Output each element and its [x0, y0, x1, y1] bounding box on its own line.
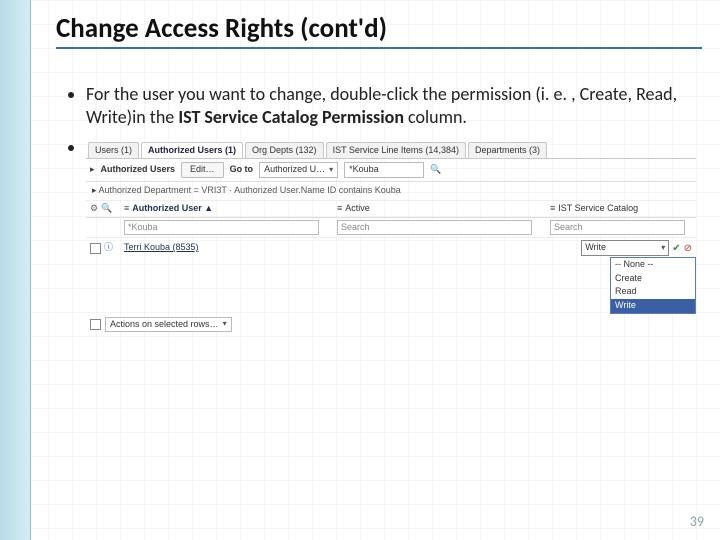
goto-field-value: Authorized U… — [264, 164, 325, 176]
collapse-icon[interactable]: ▸ — [90, 164, 95, 176]
authorized-user-link[interactable]: Terri Kouba (8535) — [124, 242, 199, 254]
menu-icon: ≡ — [337, 203, 342, 215]
bullet-list: For the user you want to change, double-… — [56, 83, 702, 335]
bullet-1-bold: IST Service Catalog Permission — [178, 106, 404, 128]
info-icon[interactable]: ⓘ — [104, 242, 113, 254]
filter-breadcrumb-text: Authorized Department = VRI3T · Authoriz… — [99, 185, 401, 195]
tab-ist-service-line-items[interactable]: IST Service Line Items (14,384) — [326, 142, 466, 159]
permission-option-create[interactable]: Create — [611, 272, 695, 286]
cancel-icon[interactable]: ⊘ — [684, 242, 692, 255]
list-toolbar: ▸ Authorized Users Edit… Go to Authorize… — [86, 159, 696, 182]
chevron-down-icon: ▾ — [223, 319, 227, 329]
embedded-screenshot: Users (1) Authorized Users (1) Org Depts… — [86, 140, 696, 336]
bulk-actions-select[interactable]: Actions on selected rows… ▾ — [105, 317, 232, 333]
goto-field-select[interactable]: Authorized U… ▾ — [259, 162, 338, 178]
tab-org-depts[interactable]: Org Depts (132) — [245, 142, 324, 159]
tab-users[interactable]: Users (1) — [88, 142, 139, 159]
tab-bar: Users (1) Authorized Users (1) Org Depts… — [86, 140, 696, 160]
table-row: ⓘ Terri Kouba (8535) Write ▾ ✔ — [86, 238, 696, 258]
column-header-active-label: Active — [345, 203, 370, 215]
bulk-actions-row: Actions on selected rows… ▾ — [86, 314, 696, 336]
goto-search-input[interactable]: *Kouba — [344, 162, 424, 178]
menu-icon: ≡ — [550, 203, 555, 215]
column-header-tools: ⚙ 🔍 — [86, 201, 120, 217]
slide-title: Change Access Rights (cont'd) — [56, 12, 702, 45]
bullet-1-text-b: column. — [404, 106, 467, 128]
tab-departments[interactable]: Departments (3) — [468, 142, 547, 159]
section-label: Authorized Users — [101, 164, 176, 176]
title-underline — [56, 47, 702, 49]
chevron-down-icon: ▾ — [661, 243, 665, 253]
header-search-icon[interactable]: 🔍 — [101, 203, 112, 215]
bullet-1: For the user you want to change, double-… — [86, 83, 702, 130]
column-header-authorized-user[interactable]: ≡ Authorized User ▲ — [120, 201, 333, 217]
search-input-active[interactable]: Search — [337, 220, 532, 236]
column-header-permission[interactable]: ≡ IST Service Catalog — [546, 201, 696, 217]
search-input-permission[interactable]: Search — [550, 220, 685, 236]
permission-option-none[interactable]: -- None -- — [611, 258, 695, 272]
permission-dropdown: -- None -- Create Read Write — [610, 257, 696, 314]
filter-breadcrumb[interactable]: ▸ Authorized Department = VRI3T · Author… — [86, 182, 696, 201]
confirm-icon[interactable]: ✔ — [672, 242, 680, 255]
column-header-active[interactable]: ≡ Active — [333, 201, 546, 217]
search-input-user[interactable]: *Kouba — [124, 220, 319, 236]
permission-cell-editor: Write ▾ ✔ ⊘ — [581, 240, 692, 256]
column-header-user-label: Authorized User ▲ — [132, 203, 213, 215]
bullet-2: Users (1) Authorized Users (1) Org Depts… — [86, 136, 702, 336]
chevron-down-icon: ▾ — [329, 165, 333, 175]
column-header-perm-label: IST Service Catalog — [558, 203, 638, 215]
goto-label: Go to — [230, 164, 254, 176]
page-number: 39 — [690, 513, 704, 530]
gear-icon[interactable]: ⚙ — [90, 203, 98, 215]
column-header-row: ⚙ 🔍 ≡ Authorized User ▲ ≡ Active ≡ IST S… — [86, 201, 696, 218]
tab-authorized-users[interactable]: Authorized Users (1) — [141, 142, 243, 159]
bulk-actions-label: Actions on selected rows… — [110, 319, 219, 331]
permission-option-read[interactable]: Read — [611, 285, 695, 299]
permission-select[interactable]: Write ▾ — [581, 240, 669, 256]
edit-button[interactable]: Edit… — [181, 162, 224, 178]
column-search-row: *Kouba Search Search — [86, 218, 696, 239]
search-icon[interactable]: 🔍 — [430, 164, 441, 176]
menu-icon: ≡ — [124, 203, 129, 215]
row-checkbox[interactable] — [90, 243, 101, 254]
permission-select-value: Write — [585, 242, 606, 254]
permission-option-write[interactable]: Write — [611, 299, 695, 313]
slide-accent-sidebar — [0, 0, 31, 540]
active-cell — [333, 246, 546, 250]
select-all-checkbox[interactable] — [90, 319, 101, 330]
